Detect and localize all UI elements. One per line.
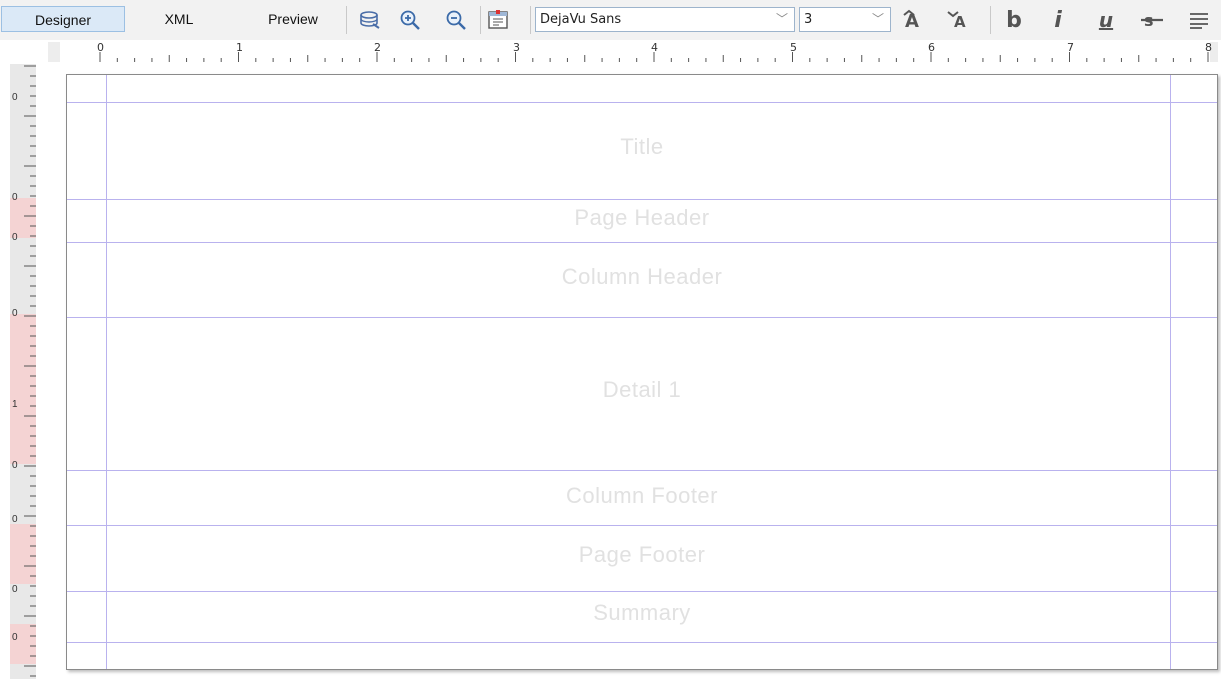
vruler-number: 0 (12, 514, 18, 525)
band-boundary[interactable] (67, 317, 1217, 318)
decrease-font-icon[interactable]: A (944, 8, 978, 32)
band-column-footer[interactable]: Column Footer (67, 483, 1217, 509)
svg-text:A: A (954, 13, 966, 31)
ruler-number: 6 (928, 41, 935, 54)
horizontal-ruler: 0 1 2 3 4 5 6 7 8 (0, 40, 1221, 64)
align-icon[interactable] (1186, 8, 1212, 32)
ruler-number: 3 (513, 41, 520, 54)
strikethrough-icon[interactable]: s (1138, 8, 1166, 32)
underline-icon[interactable]: u (1094, 8, 1118, 32)
band-boundary[interactable] (67, 591, 1217, 592)
vruler-number: 0 (12, 92, 18, 103)
ruler-number: 7 (1067, 41, 1074, 54)
report-page[interactable]: Title Page Header Column Header Detail 1… (66, 74, 1218, 670)
band-page-header[interactable]: Page Header (67, 205, 1217, 231)
toolbar-separator (480, 6, 481, 34)
font-family-value: DejaVu Sans (540, 12, 622, 27)
band-column-header[interactable]: Column Header (67, 264, 1217, 290)
ruler-number: 4 (651, 41, 658, 54)
band-boundary[interactable] (67, 525, 1217, 526)
zoom-out-icon[interactable] (444, 8, 468, 32)
left-margin-guide[interactable] (106, 75, 107, 669)
band-boundary[interactable] (67, 102, 1217, 103)
band-page-footer[interactable]: Page Footer (67, 542, 1217, 568)
vruler-number: 0 (12, 584, 18, 595)
ruler-number: 5 (790, 41, 797, 54)
chevron-down-icon[interactable]: ﹀ (776, 8, 788, 31)
font-size-combo[interactable]: 3 ﹀ (799, 7, 891, 32)
datasource-icon[interactable] (358, 8, 382, 32)
band-boundary[interactable] (67, 470, 1217, 471)
bold-icon[interactable]: b (1002, 8, 1026, 33)
tab-xml[interactable]: XML (148, 6, 210, 32)
toolbar-separator (530, 6, 531, 34)
vruler-number: 0 (12, 308, 18, 319)
designer-toolbar: Designer XML Preview DejaVu Sans ﹀ 3 ﹀ A… (0, 0, 1221, 41)
vertical-ruler-ticks (10, 64, 36, 679)
increase-font-icon[interactable]: A (900, 8, 934, 32)
band-boundary[interactable] (67, 199, 1217, 200)
tab-preview[interactable]: Preview (248, 6, 338, 32)
ruler-number: 0 (97, 41, 104, 54)
toolbar-separator (990, 6, 991, 34)
vruler-number: 0 (12, 232, 18, 243)
ruler-ticks (99, 52, 1209, 62)
vertical-ruler: 0 0 0 0 1 0 0 0 0 (0, 64, 48, 679)
zoom-in-icon[interactable] (398, 8, 422, 32)
right-margin-guide[interactable] (1170, 75, 1171, 669)
ruler-number: 8 (1205, 41, 1212, 54)
report-properties-icon[interactable] (486, 8, 510, 32)
band-summary[interactable]: Summary (67, 600, 1217, 626)
italic-icon[interactable]: i (1046, 8, 1070, 33)
vruler-number: 0 (12, 192, 18, 203)
vruler-number: 1 (12, 399, 18, 410)
band-detail[interactable]: Detail 1 (67, 377, 1217, 403)
ruler-number: 2 (374, 41, 381, 54)
font-size-value: 3 (804, 12, 813, 27)
band-title[interactable]: Title (67, 134, 1217, 160)
tab-designer[interactable]: Designer (1, 6, 125, 32)
designer-workspace: Title Page Header Column Header Detail 1… (48, 64, 1221, 679)
band-boundary[interactable] (67, 642, 1217, 643)
chevron-down-icon[interactable]: ﹀ (872, 8, 884, 31)
vruler-number: 0 (12, 632, 18, 643)
ruler-number: 1 (236, 41, 243, 54)
band-boundary[interactable] (67, 242, 1217, 243)
vruler-number: 0 (12, 460, 18, 471)
font-family-combo[interactable]: DejaVu Sans ﹀ (535, 7, 795, 32)
toolbar-separator (346, 6, 347, 34)
